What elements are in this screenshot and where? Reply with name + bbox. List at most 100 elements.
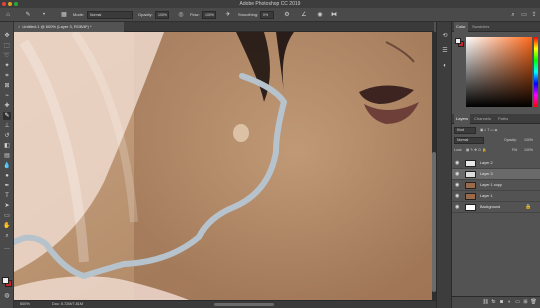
symmetry-icon[interactable]: ⧓	[330, 11, 338, 19]
layer-thumbnail	[465, 171, 476, 178]
share-icon[interactable]: ⇪	[530, 11, 538, 19]
type-tool-icon[interactable]: T	[3, 192, 11, 200]
lock-row: Lock: ▦ ✎ ✥ ⊡ 🔒 Fill: 100%	[454, 147, 538, 155]
color-panel-foreground-swatch[interactable]	[455, 38, 461, 44]
layer-lock-icon: 🔒	[525, 204, 532, 210]
pen-tool-icon[interactable]: ✒	[3, 182, 11, 190]
document-tab[interactable]: × Untitled-1 @ 600% (Layer 3, RGB/8*) *	[14, 22, 124, 32]
gradient-tool-icon[interactable]: ▤	[3, 152, 11, 160]
brush-preset-picker-icon[interactable]: •	[40, 11, 48, 19]
rectangle-tool-icon[interactable]: ▭	[3, 212, 11, 220]
layer-row[interactable]: ◉ Layer 1	[452, 191, 540, 202]
layer-name: Layer 2	[480, 161, 493, 165]
layer-opacity-value[interactable]: 100%	[524, 138, 533, 142]
visibility-eye-icon[interactable]: ◉	[455, 193, 459, 199]
blend-mode-select[interactable]: Normal	[454, 137, 484, 144]
adjustments-panel-icon[interactable]: ◐	[441, 62, 449, 70]
layer-thumbnail	[465, 182, 476, 189]
home-icon[interactable]: ⌂	[4, 11, 12, 19]
history-panel-icon[interactable]: ⟲	[441, 32, 449, 40]
tab-paths[interactable]: Paths	[496, 114, 510, 124]
color-picker-field[interactable]	[466, 37, 532, 107]
layer-name: Layer 1 copy	[480, 183, 502, 187]
brush-settings-icon[interactable]: ▦	[60, 11, 68, 19]
smoothing-field[interactable]: 0%	[260, 11, 274, 19]
layer-style-icon[interactable]: fx	[490, 299, 497, 306]
hand-tool-icon[interactable]: ✋	[3, 222, 11, 230]
layers-panel-tabs: Layers Channels Paths	[452, 114, 540, 124]
zoom-tool-icon[interactable]: ⌕	[3, 232, 11, 240]
document-tab-title: Untitled-1 @ 600% (Layer 3, RGB/8*) *	[22, 24, 92, 29]
close-document-icon[interactable]: ×	[18, 24, 20, 29]
link-layers-icon[interactable]: ⛓	[482, 299, 489, 306]
layer-thumbnail	[465, 204, 476, 211]
quick-selection-tool-icon[interactable]: ✦	[3, 62, 11, 70]
search-icon[interactable]: ⌕	[509, 11, 517, 19]
fill-value[interactable]: 100%	[524, 148, 533, 152]
neck-area	[134, 32, 432, 300]
brush-tool-icon[interactable]: ✎	[24, 11, 32, 19]
mode-select[interactable]: Normal	[87, 11, 133, 19]
path-selection-tool-icon[interactable]: ➤	[3, 202, 11, 210]
adjustment-layer-icon[interactable]: ◐	[506, 299, 513, 306]
clone-stamp-tool-icon[interactable]: ⊥	[3, 122, 11, 130]
visibility-eye-icon[interactable]: ◉	[455, 171, 459, 177]
layer-row[interactable]: ◉ Background 🔒	[452, 202, 540, 213]
layer-opacity-label: Opacity:	[504, 138, 517, 142]
layers-panel-footer: ⛓ fx ◙ ◐ ▭ ⊞ 🗑	[452, 296, 540, 308]
layer-mask-icon[interactable]: ◙	[498, 299, 505, 306]
workspace-icon[interactable]: ▭	[520, 11, 528, 19]
tab-layers[interactable]: Layers	[454, 114, 471, 124]
horizontal-scroll-thumb[interactable]	[214, 303, 274, 306]
frame-tool-icon[interactable]: ⊠	[3, 82, 11, 90]
layer-kind-filter[interactable]: Kind	[454, 127, 476, 134]
tab-swatches[interactable]: Swatches	[470, 22, 491, 32]
zoom-level[interactable]: 600%	[20, 301, 30, 308]
history-brush-tool-icon[interactable]: ↺	[3, 132, 11, 140]
marquee-tool-icon[interactable]: ⬚	[3, 42, 11, 50]
dodge-tool-icon[interactable]: ●	[3, 172, 11, 180]
app-title: Adobe Photoshop CC 2019	[239, 1, 301, 7]
title-bar: Adobe Photoshop CC 2019	[0, 0, 540, 8]
options-bar: ⌂ ✎ • ▦ Mode: Normal Opacity: 100% ◎ Flo…	[0, 8, 540, 22]
new-group-icon[interactable]: ▭	[514, 299, 521, 306]
crop-tool-icon[interactable]: ⌗	[3, 72, 11, 80]
flow-field[interactable]: 100%	[202, 11, 216, 19]
blur-tool-icon[interactable]: 💧	[3, 162, 11, 170]
opacity-field[interactable]: 100%	[155, 11, 169, 19]
layer-filter-row: Kind ▣ ◐ T ▭ ◈	[454, 127, 538, 135]
filter-icons[interactable]: ▣ ◐ T ▭ ◈	[480, 128, 497, 132]
lock-icons[interactable]: ▦ ✎ ✥ ⊡ 🔒	[466, 148, 486, 152]
quick-mask-icon[interactable]: ◍	[3, 292, 11, 300]
visibility-eye-icon[interactable]: ◉	[455, 204, 459, 210]
move-tool-icon[interactable]: ✥	[3, 32, 11, 40]
tab-color[interactable]: Color	[454, 22, 468, 32]
foreground-color-swatch[interactable]	[2, 277, 9, 284]
layer-row[interactable]: ◉ Layer 3	[452, 169, 540, 180]
document-size[interactable]: Doc: 5.72M/7.81M	[52, 301, 83, 308]
smoothing-label: Smoothing:	[238, 12, 259, 17]
new-layer-icon[interactable]: ⊞	[522, 299, 529, 306]
healing-brush-tool-icon[interactable]: ✚	[3, 102, 11, 110]
visibility-eye-icon[interactable]: ◉	[455, 160, 459, 166]
hue-slider[interactable]	[534, 37, 538, 107]
eraser-tool-icon[interactable]: ◧	[3, 142, 11, 150]
layer-row[interactable]: ◉ Layer 2	[452, 158, 540, 169]
layer-row[interactable]: ◉ Layer 1 copy	[452, 180, 540, 191]
fill-label: Fill:	[512, 148, 518, 152]
visibility-eye-icon[interactable]: ◉	[455, 182, 459, 188]
mode-label: Mode:	[73, 12, 85, 17]
tab-channels[interactable]: Channels	[472, 114, 493, 124]
eyedropper-tool-icon[interactable]: ⌁	[3, 92, 11, 100]
document-canvas[interactable]	[14, 32, 432, 300]
smoothing-options-gear-icon[interactable]: ⚙	[283, 11, 291, 19]
properties-panel-icon[interactable]: ☰	[441, 47, 449, 55]
delete-layer-icon[interactable]: 🗑	[530, 299, 537, 306]
brush-tool-icon-active[interactable]: ✎	[3, 112, 11, 120]
airbrush-icon[interactable]: ✈	[224, 11, 232, 19]
lasso-tool-icon[interactable]: ➰	[3, 52, 11, 60]
edit-toolbar-icon[interactable]: …	[3, 244, 11, 252]
pressure-size-icon[interactable]: ◉	[316, 11, 324, 19]
pressure-opacity-icon[interactable]: ◎	[177, 11, 185, 19]
angle-icon[interactable]: ∠	[300, 11, 308, 19]
